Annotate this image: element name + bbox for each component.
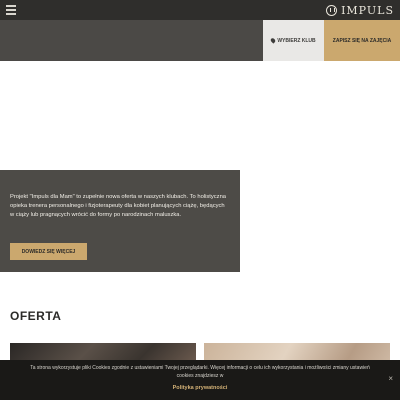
signup-classes-button[interactable]: ZAPISZ SIĘ NA ZAJĘCIA [324, 20, 400, 61]
close-icon[interactable]: × [388, 374, 393, 383]
logo-text: IMPULS [341, 3, 394, 17]
hero-title: Impuls dla Mam [10, 157, 53, 163]
hero-banner [0, 61, 400, 171]
impuls-logo-icon [326, 4, 338, 16]
learn-more-button[interactable]: DOWIEDZ SIĘ WIĘCEJ [10, 243, 87, 260]
privacy-policy-link[interactable]: Polityka prywatności [0, 385, 400, 391]
learn-more-label: DOWIEDZ SIĘ WIĘCEJ [21, 248, 76, 255]
info-text: Projekt "Impuls dla Mam" to zupełnie now… [10, 194, 227, 218]
map-pin-icon [270, 37, 277, 44]
cookie-text: Ta strona wykorzystuje pliki Cookies zgo… [30, 365, 370, 379]
site-logo[interactable]: IMPULS [326, 3, 394, 17]
signup-label: ZAPISZ SIĘ NA ZAJĘCIA [332, 37, 392, 44]
choose-club-button[interactable]: WYBIERZ KLUB [263, 20, 324, 61]
hamburger-icon[interactable] [6, 5, 16, 15]
offer-title: OFERTA [10, 309, 62, 323]
choose-club-label: WYBIERZ KLUB [277, 37, 316, 44]
top-bar: IMPULS [0, 0, 400, 20]
